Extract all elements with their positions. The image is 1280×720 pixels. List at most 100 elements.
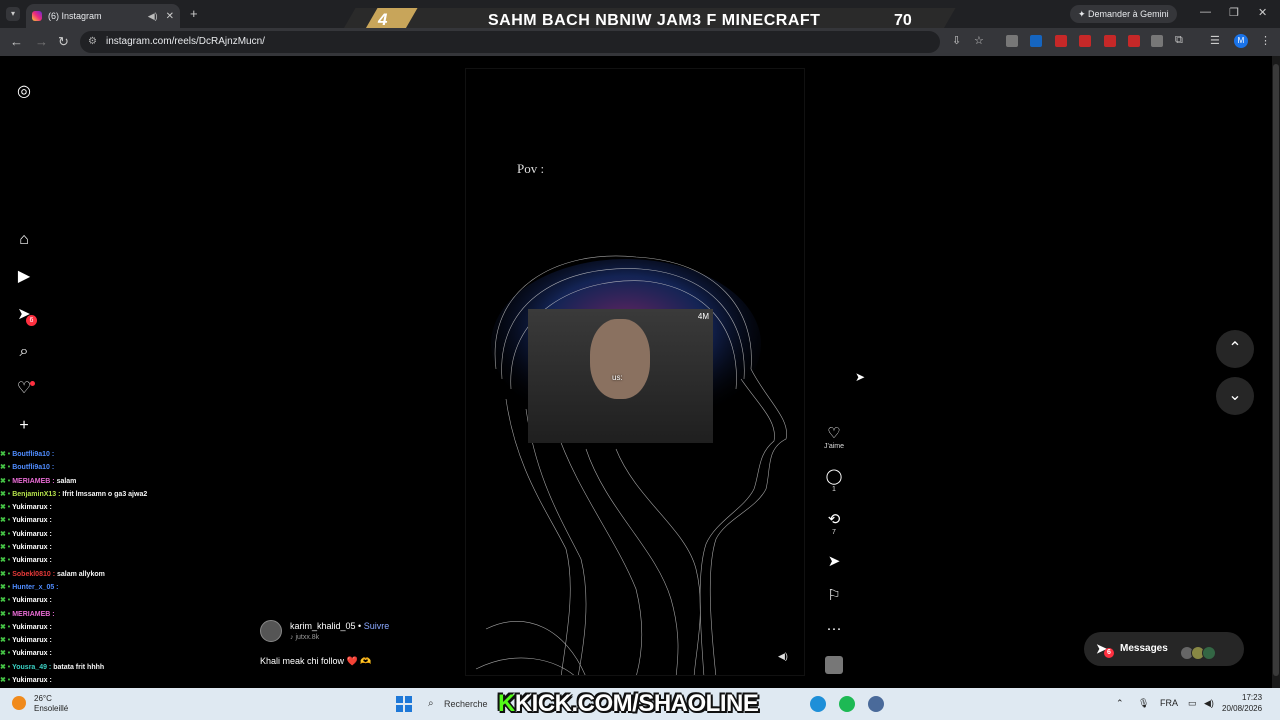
reload-icon[interactable]: ↻ [58, 34, 69, 50]
chat-message: ✖ • MERIAMEB : salam [0, 475, 250, 488]
instagram-logo-icon[interactable]: ◎ [14, 82, 34, 102]
repost-button[interactable]: ⟲ 7 [818, 510, 850, 536]
audio-thumbnail[interactable] [818, 656, 850, 678]
volume-icon[interactable]: ◀) [1204, 698, 1214, 709]
edge-icon[interactable] [810, 696, 826, 712]
create-plus-icon[interactable]: + [14, 416, 34, 436]
chat-badge-icon: ✖ • [0, 504, 13, 512]
address-toolbar: ← → ↻ ⚙ instagram.com/reels/DcRAjnzMucn/… [0, 28, 1280, 56]
notification-dot [30, 381, 35, 386]
messages-avatars [1180, 641, 1228, 660]
tab-close-icon[interactable]: ✕ [166, 11, 174, 22]
install-app-icon[interactable]: ⇩ [952, 34, 961, 47]
messages-label: Messages [1120, 643, 1168, 654]
chat-badge-icon: ✖ • [0, 623, 13, 631]
reading-list-icon[interactable]: ☰ [1210, 34, 1220, 47]
like-heart-icon: ♡ [827, 425, 841, 442]
taskbar-search[interactable]: ⌕ Recherche [424, 695, 496, 713]
chat-username: Yukimarux : [12, 530, 52, 538]
maximize-icon[interactable]: ❐ [1229, 6, 1239, 19]
chat-username: Yousra_49 : [12, 663, 52, 671]
gemini-button[interactable]: ✦ Demander à Gemini [1070, 5, 1177, 23]
back-icon[interactable]: ← [10, 34, 23, 49]
system-clock[interactable]: 17:23 20/08/2026 [1222, 692, 1262, 714]
extension-icon[interactable] [1104, 35, 1116, 47]
extension-icon[interactable] [1030, 35, 1042, 47]
url-text: instagram.com/reels/DcRAjnzMucn/ [106, 36, 265, 47]
chat-username: Boutfli9a10 : [12, 451, 55, 458]
follow-button[interactable]: Suivre [364, 621, 390, 631]
browser-menu-icon[interactable]: ⋮ [1260, 34, 1271, 47]
instagram-favicon-icon [32, 11, 42, 21]
audio-name: jutxx.8k [295, 634, 320, 641]
chat-message: ✖ • Yukimarux : [0, 514, 250, 527]
tab-instagram[interactable]: (6) Instagram ◀) ✕ [26, 4, 180, 28]
messages-button[interactable]: ➤ 6 Messages [1084, 632, 1244, 666]
tab-search-icon[interactable]: ▾ [6, 7, 20, 21]
scrollbar-thumb[interactable] [1273, 64, 1279, 676]
show-hidden-icons[interactable]: ⌃ [1116, 698, 1124, 709]
previous-reel-button[interactable]: ⌃ [1216, 330, 1254, 368]
extension-icon[interactable] [1079, 35, 1091, 47]
share-button[interactable]: ➤ [818, 552, 850, 570]
chat-username: Hunter_x_05 : [12, 583, 59, 591]
chat-message: ✖ • Yukimarux : [0, 674, 250, 687]
extension-icon[interactable] [1055, 35, 1067, 47]
bookmark-star-icon[interactable]: ☆ [974, 34, 984, 47]
search-icon[interactable]: ⌕ [14, 342, 34, 362]
audio-line[interactable]: ♪ jutxx.8k [290, 634, 319, 641]
windows-start-icon[interactable] [396, 696, 412, 712]
language-indicator[interactable]: FRA [1160, 698, 1178, 708]
chat-message: ✖ • Boutfli9a10 : [0, 461, 250, 474]
like-button[interactable]: ♡ J'aime [818, 424, 850, 450]
bookmark-icon: ⚐ [827, 587, 841, 604]
taskbar-search-label: Recherche [444, 699, 488, 709]
chat-username: Sobekl0810 : [12, 570, 56, 578]
url-bar[interactable]: ⚙ instagram.com/reels/DcRAjnzMucn/ [80, 31, 940, 53]
repost-count: 7 [832, 529, 836, 536]
tab-audio-icon[interactable]: ◀) [148, 11, 158, 22]
extensions-puzzle-icon[interactable]: ⧉ [1175, 34, 1183, 47]
repost-icon: ⟲ [827, 511, 841, 528]
search-icon: ⌕ [428, 698, 434, 709]
chat-username: Yukimarux : [12, 677, 52, 685]
chat-username: Yukimarux : [12, 597, 52, 605]
microphone-icon[interactable]: 🎙 [1138, 698, 1149, 709]
mute-icon[interactable]: ◀) [778, 651, 788, 662]
network-icon[interactable]: ▭ [1188, 698, 1197, 709]
new-tab-button[interactable]: + [190, 6, 198, 21]
extension-icon[interactable] [1128, 35, 1140, 47]
reels-icon[interactable]: ▶ [14, 267, 34, 287]
temperature: 26°C [34, 694, 52, 703]
forward-icon[interactable]: → [35, 34, 48, 49]
comment-button[interactable]: ◯ 1 [818, 467, 850, 493]
chat-username: Yukimarux : [12, 623, 52, 631]
author-avatar[interactable] [260, 620, 282, 642]
chat-username: MERIAMEB : [12, 477, 55, 485]
author-name[interactable]: karim_khalid_05 [290, 621, 356, 631]
save-button[interactable]: ⚐ [818, 586, 850, 604]
meme-tag: 4M [697, 312, 709, 321]
next-reel-button[interactable]: ⌄ [1216, 377, 1254, 415]
settings-icon[interactable] [868, 696, 884, 712]
close-window-icon[interactable]: ✕ [1258, 6, 1267, 19]
gemini-label: Demander à Gemini [1088, 9, 1169, 19]
extension-icon[interactable] [1006, 35, 1018, 47]
profile-avatar[interactable]: M [1234, 34, 1248, 48]
chat-text: Ifrit lmssamn o ga3 ajwa2 [62, 490, 148, 498]
spotify-icon[interactable] [839, 696, 855, 712]
reel-video[interactable]: Pov : us: 4M ◀) [465, 68, 805, 676]
chat-message: ✖ • Yukimarux : [0, 554, 250, 567]
more-options-button[interactable]: ··· [818, 620, 850, 637]
kick-stream-overlay: KKICK.COM/SHAOLINE [498, 688, 798, 720]
home-icon[interactable]: ⌂ [14, 230, 34, 250]
minimize-icon[interactable]: — [1200, 6, 1211, 18]
extension-icon[interactable] [1151, 35, 1163, 47]
chat-badge-icon: ✖ • [0, 490, 13, 498]
page-scrollbar[interactable] [1272, 56, 1280, 688]
site-info-icon[interactable]: ⚙ [88, 31, 97, 53]
weather-widget[interactable]: 26°C Ensoleillé [12, 694, 68, 714]
chat-message: ✖ • Hunter_x_05 : [0, 581, 250, 594]
notification-badge: 6 [26, 315, 37, 326]
chat-text: salam [56, 477, 77, 485]
